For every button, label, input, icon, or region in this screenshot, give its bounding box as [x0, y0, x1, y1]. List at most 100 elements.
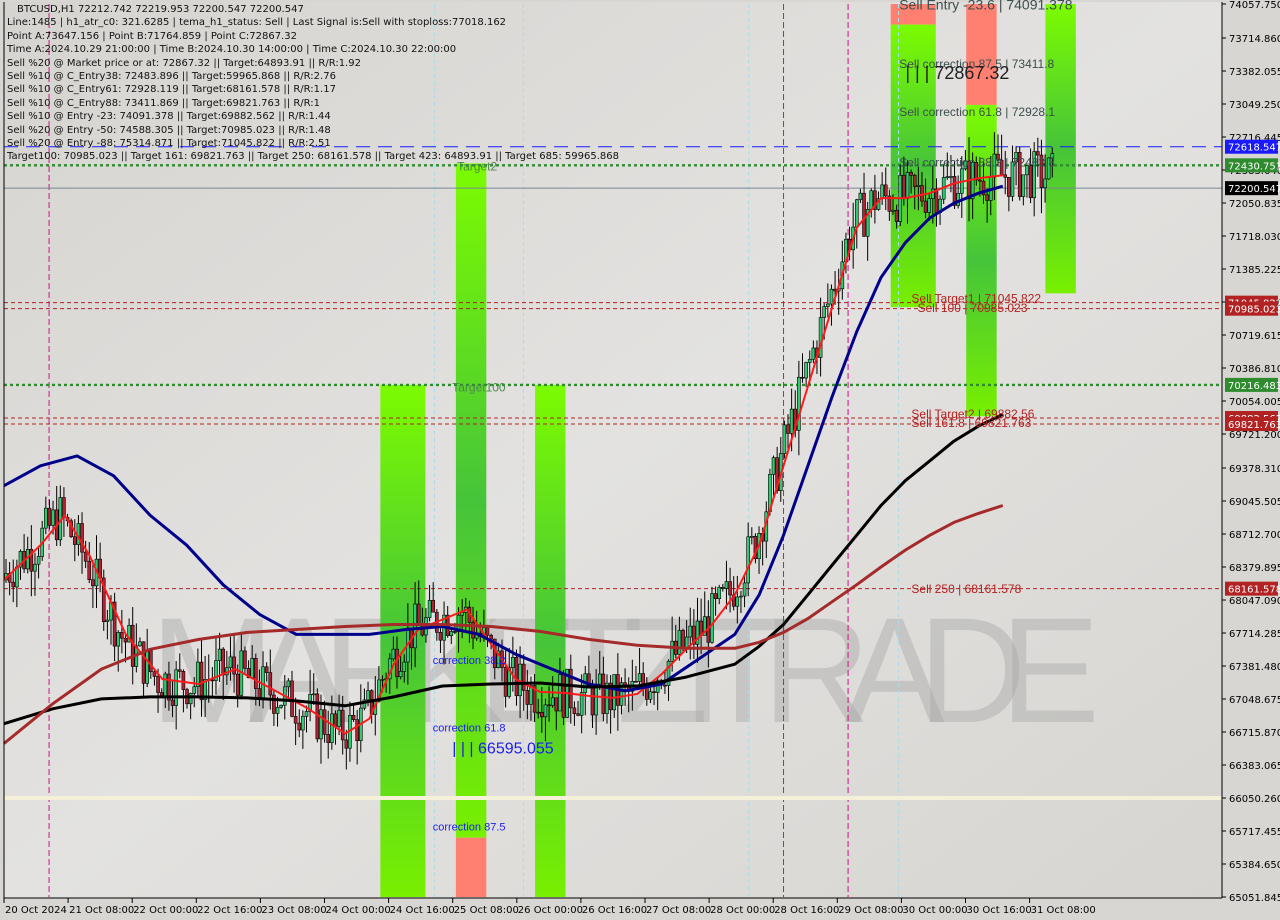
bear-candle [978, 179, 982, 182]
bull-candle [854, 199, 859, 228]
bear-candle [297, 722, 302, 731]
price-tag-label: 72200.547 [1228, 184, 1280, 195]
green-zone [966, 104, 997, 417]
bull-candle [822, 306, 827, 318]
y-tick-label: 68712.700 [1229, 530, 1280, 541]
level-label: Sell correction 61.8 | 72928.1 [899, 105, 1055, 119]
bull-candle [637, 673, 642, 682]
bull-candle [804, 362, 808, 379]
bear-candle [1007, 177, 1011, 197]
x-tick-label: 26 Oct 00:00 [518, 905, 583, 916]
bull-candle [688, 625, 693, 638]
bear-candle [268, 672, 273, 696]
x-tick-label: 31 Oct 08:00 [1031, 905, 1096, 916]
bear-candle [728, 581, 732, 596]
chart-title: BTCUSD,H1 72212.742 72219.953 72200.547 … [17, 4, 304, 15]
y-tick-label: 65051.845 [1229, 893, 1280, 904]
bear-candle [333, 713, 338, 727]
bear-candle [883, 184, 888, 197]
bull-candle [192, 686, 197, 694]
info-panel: BTCUSD,H1 72212.742 72219.953 72200.547 … [7, 3, 619, 164]
bear-candle [47, 507, 52, 526]
x-tick-label: 22 Oct 00:00 [133, 905, 198, 916]
bull-candle [275, 706, 280, 714]
bull-candle [188, 693, 193, 705]
green-zone [535, 384, 566, 898]
red-zone [455, 837, 487, 898]
green-zone [455, 163, 487, 838]
price-tag-label: 72618.547 [1228, 143, 1280, 154]
y-tick-label: 68047.090 [1229, 596, 1280, 607]
bull-candle [612, 674, 617, 711]
bull-candle [105, 619, 110, 622]
price-tag-label: 70985.023 [1228, 305, 1280, 316]
y-tick-label: 71718.030 [1229, 232, 1280, 243]
price-tag-label: 69821.763 [1228, 420, 1280, 431]
bear-candle [833, 288, 837, 292]
bear-candle [561, 674, 566, 718]
bear-candle [326, 734, 331, 743]
bull-candle [869, 190, 874, 210]
bear-candle [170, 699, 175, 706]
price-tag-label: 68161.578 [1228, 585, 1280, 596]
bull-candle [33, 563, 37, 572]
bull-candle [380, 678, 385, 681]
bear-candle [634, 680, 638, 683]
info-line: Sell %20 @ Entry -88: 75314.871 || Targe… [7, 137, 331, 149]
level-label: correction 87.5 [433, 822, 506, 834]
bear-candle [540, 712, 544, 718]
info-line: Sell %10 @ C_Entry61: 72928.119 || Targe… [7, 84, 336, 96]
bear-candle [453, 631, 457, 633]
bear-candle [177, 669, 182, 672]
bull-candle [735, 596, 740, 607]
bull-candle [301, 715, 305, 731]
level-label: Sell correction 38.2 | 72483.8 [899, 155, 1055, 169]
bull-candle [724, 581, 729, 589]
level-label: correction 38.2 [433, 655, 506, 667]
info-line: Sell %20 @ Entry -50: 74588.305 || Targe… [7, 124, 331, 136]
bear-candle [923, 200, 928, 213]
x-tick-label: 27 Oct 08:00 [646, 905, 711, 916]
x-tick-label: 20 Oct 2024 [5, 905, 67, 916]
bear-candle [123, 637, 128, 643]
bull-candle [927, 198, 932, 213]
info-line: Sell %10 @ C_Entry38: 72483.896 || Targe… [7, 70, 336, 82]
bull-candle [337, 709, 341, 727]
level-label: correction 61.8 [433, 723, 506, 735]
y-tick-label: 73382.055 [1229, 67, 1280, 78]
bull-candle [826, 303, 830, 307]
bear-candle [909, 172, 913, 176]
y-tick-label: 70054.005 [1229, 397, 1280, 408]
x-tick-label: 26 Oct 16:00 [582, 905, 647, 916]
bear-candle [141, 641, 146, 684]
bull-candle [228, 656, 233, 669]
y-tick-label: 67714.285 [1229, 629, 1280, 640]
bear-candle [80, 523, 84, 553]
x-tick-label: 21 Oct 08:00 [69, 905, 134, 916]
bear-candle [254, 658, 258, 689]
bull-candle [858, 192, 863, 201]
x-tick-label: 24 Oct 00:00 [326, 905, 391, 916]
bear-candle [934, 188, 939, 213]
bear-candle [235, 673, 240, 696]
bear-candle [322, 709, 327, 735]
x-tick-label: 22 Oct 16:00 [197, 905, 262, 916]
info-line: Sell %20 @ Market price or at: 72867.32 … [7, 57, 361, 69]
bull-candle [648, 691, 653, 700]
bull-candle [543, 704, 548, 718]
level-label: | | | 72867.32 [905, 63, 1009, 83]
level-label: Target100 [452, 380, 506, 394]
bull-candle [279, 704, 283, 708]
y-tick-label: 70719.615 [1229, 331, 1280, 342]
bull-candle [1021, 174, 1026, 197]
bear-candle [503, 667, 508, 697]
bull-candle [330, 713, 334, 743]
bear-candle [536, 711, 540, 714]
bull-candle [402, 661, 407, 672]
bear-candle [272, 694, 276, 714]
level-label: Sell 161.8 | 69821.763 [911, 416, 1031, 430]
x-tick-label: 30 Oct 16:00 [967, 905, 1032, 916]
bull-candle [174, 669, 178, 706]
bear-candle [572, 707, 577, 714]
bull-candle [319, 709, 323, 740]
